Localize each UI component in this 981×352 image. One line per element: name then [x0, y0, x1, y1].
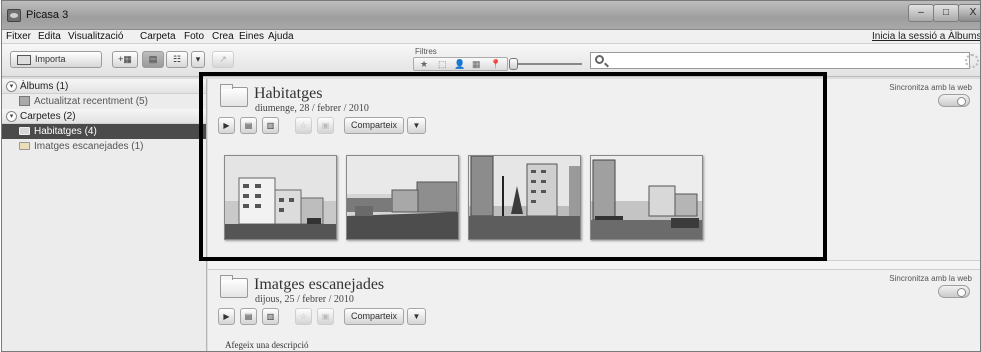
detail-view-button[interactable]: ☷: [166, 51, 188, 68]
folder-icon: [220, 84, 248, 107]
album-habitatges: Habitatges diumenge, 28 / febrer / 2010 …: [208, 79, 980, 261]
save-button[interactable]: ▣: [317, 308, 334, 325]
import-button[interactable]: Importa: [10, 51, 102, 68]
play-slideshow-button[interactable]: ▶: [218, 308, 235, 325]
picasa-icon: [7, 9, 21, 22]
sidebar-item-label: Actualitzat recentment (5): [34, 96, 148, 107]
signin-link[interactable]: Inicia la sessió a Àlbums web: [872, 31, 980, 42]
album-imatges-escanejades: Imatges escanejades dijous, 25 / febrer …: [208, 269, 980, 351]
share-dropdown-button[interactable]: ▼: [407, 117, 426, 134]
sidebar-item-imatges-escanejades[interactable]: Imatges escanejades (1): [2, 139, 206, 154]
album-date: diumenge, 28 / febrer / 2010: [255, 103, 369, 114]
spinner-icon: [965, 54, 979, 68]
photo-thumbnail[interactable]: [224, 155, 337, 240]
menu-carpeta[interactable]: Carpeta: [140, 31, 176, 42]
maximize-button[interactable]: □: [933, 4, 959, 22]
share-button[interactable]: Comparteix: [344, 308, 404, 325]
album-title[interactable]: Imatges escanejades: [254, 276, 384, 294]
star-filter-icon[interactable]: ★: [420, 58, 428, 70]
photo-thumbnail[interactable]: [468, 155, 581, 240]
star-button[interactable]: ☆: [295, 308, 312, 325]
sync-toggle[interactable]: [938, 94, 970, 107]
share-button[interactable]: Comparteix: [344, 117, 404, 134]
share-dropdown-button[interactable]: ▼: [407, 308, 426, 325]
sync-toggle[interactable]: [938, 285, 970, 298]
sync-label: Sincronitza amb la web: [889, 274, 972, 283]
sidebar: ▾ Àlbums (1) Actualitzat recentment (5) …: [2, 79, 207, 351]
date-slider-track[interactable]: [514, 63, 582, 65]
folders-section[interactable]: ▾ Carpetes (2): [2, 109, 206, 124]
collage-button[interactable]: ▤: [240, 308, 257, 325]
photo-thumbnail[interactable]: [346, 155, 459, 240]
video-filter-icon[interactable]: ⬚: [438, 58, 447, 70]
park-photo: [469, 156, 580, 239]
toolbar: Importa +▦ ▤ ☷ ▾ ↗ Filtres ★ ⬚ 👤 ▦ 📍: [2, 44, 980, 77]
import-icon: [17, 54, 31, 65]
library-panel: Habitatges diumenge, 28 / febrer / 2010 …: [208, 79, 980, 351]
face-filter-icon[interactable]: 👤: [454, 58, 465, 70]
star-button[interactable]: ☆: [295, 117, 312, 134]
album-header: Imatges escanejades dijous, 25 / febrer …: [208, 270, 980, 351]
menu-eines[interactable]: Eines: [239, 31, 264, 42]
window-title: Picasa 3: [26, 9, 69, 21]
close-button[interactable]: X: [958, 4, 980, 22]
date-slider-knob[interactable]: [509, 58, 518, 70]
save-button[interactable]: ▣: [317, 117, 334, 134]
folders-section-label: Carpetes (2): [20, 111, 76, 122]
picasa-window: Picasa 3 – □ X Fitxer Edita Visualitzaci…: [1, 0, 981, 352]
sidebar-item-label: Habitatges (4): [34, 126, 97, 137]
photo-thumbnail[interactable]: [590, 155, 703, 240]
menu-ajuda[interactable]: Ajuda: [268, 31, 294, 42]
menu-foto[interactable]: Foto: [184, 31, 204, 42]
upload-filter-icon[interactable]: ▦: [472, 58, 481, 70]
album-description[interactable]: Afegeix una descripció: [225, 340, 308, 350]
folder-icon: [220, 275, 248, 298]
geotag-filter-icon[interactable]: 📍: [490, 58, 501, 70]
filters-label: Filtres: [415, 47, 437, 56]
menu-edita[interactable]: Edita: [38, 31, 61, 42]
search-icon: [595, 55, 604, 64]
sidebar-item-label: Imatges escanejades (1): [34, 141, 144, 152]
menu-fitxer[interactable]: Fitxer: [6, 31, 31, 42]
filter-strip: ★ ⬚ 👤 ▦ 📍: [413, 57, 508, 71]
album-date: dijous, 25 / febrer / 2010: [255, 294, 354, 305]
folder-icon: [19, 142, 30, 150]
menu-bar: Fitxer Edita Visualització Carpeta Foto …: [2, 30, 980, 44]
title-bar: Picasa 3 – □ X: [2, 1, 980, 30]
share-toolbar-icon[interactable]: ↗: [212, 51, 234, 68]
play-slideshow-button[interactable]: ▶: [218, 117, 235, 134]
menu-visualitzacio[interactable]: Visualització: [68, 31, 123, 42]
minimize-button[interactable]: –: [908, 4, 934, 22]
sidebar-item-habitatges[interactable]: Habitatges (4): [2, 124, 206, 139]
collapse-icon[interactable]: ▾: [6, 81, 17, 92]
street-photo: [347, 156, 458, 239]
albums-section-label: Àlbums (1): [20, 81, 69, 92]
collapse-icon[interactable]: ▾: [6, 111, 17, 122]
album-title[interactable]: Habitatges: [254, 85, 322, 103]
albums-section[interactable]: ▾ Àlbums (1): [2, 79, 206, 94]
movie-button[interactable]: ▥: [262, 117, 279, 134]
plaza-photo: [591, 156, 702, 239]
view-dropdown-button[interactable]: ▾: [191, 51, 205, 68]
folder-icon: [19, 127, 30, 135]
search-input[interactable]: [590, 52, 970, 69]
album-header: Habitatges diumenge, 28 / febrer / 2010 …: [208, 79, 980, 167]
menu-crea[interactable]: Crea: [212, 31, 234, 42]
recent-album-icon: [19, 96, 30, 106]
list-view-button[interactable]: ▤: [142, 51, 164, 68]
sync-label: Sincronitza amb la web: [889, 83, 972, 92]
building-photo: [225, 156, 336, 239]
collage-button[interactable]: ▤: [240, 117, 257, 134]
add-to-album-button[interactable]: +▦: [112, 51, 138, 68]
sidebar-item-recent[interactable]: Actualitzat recentment (5): [2, 94, 206, 109]
movie-button[interactable]: ▥: [262, 308, 279, 325]
